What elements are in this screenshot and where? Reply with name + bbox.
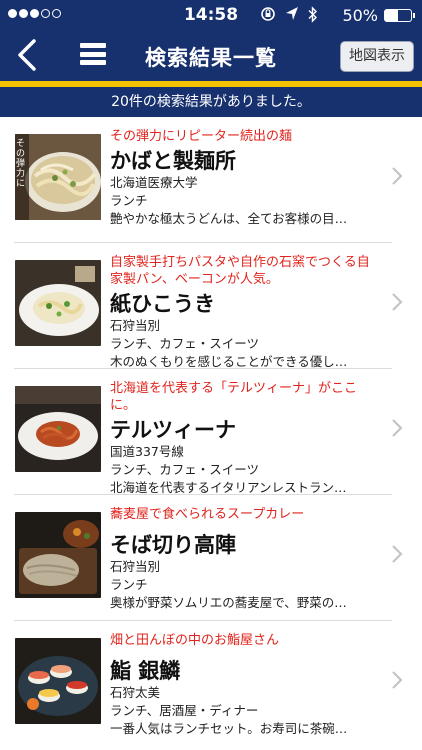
- list-item[interactable]: 自家製手打ちパスタや自作の石窯でつくる自家製パン、ベーコンが人気。 紙ひこうき …: [0, 243, 422, 369]
- catchphrase: 自家製手打ちパスタや自作の石窯でつくる自家製パン、ベーコンが人気。: [110, 255, 370, 287]
- description: 奥様が野菜ソムリエの蕎麦屋で、野菜の…: [110, 595, 347, 610]
- catchphrase: 北海道を代表する「テルツィーナ」がここに。: [110, 381, 358, 413]
- status-bar: 14:58 50%: [0, 0, 422, 30]
- catchphrase: 蕎麦屋で食べられるスープカレー: [110, 507, 305, 522]
- list-item[interactable]: 蕎麦屋で食べられるスープカレー そば切り高陣 石狩当別 ランチ 奥様が野菜ソムリ…: [0, 495, 422, 621]
- list-item[interactable]: 畑と田んぼの中のお鮨屋さん 鮨 銀鱗 石狩太美 ランチ、居酒屋・ディナー 一番人…: [0, 621, 422, 747]
- list-item[interactable]: その弾力に その弾力にリピーター続出の麺 かばと製麺所 北海道医療大学 ランチ …: [0, 117, 422, 243]
- category-label: ランチ: [110, 193, 148, 208]
- pasta-photo: [15, 260, 101, 346]
- chevron-right-icon: [392, 293, 403, 311]
- result-count-banner: 20件の検索結果がありました。: [0, 87, 422, 117]
- restaurant-name: そば切り高陣: [110, 533, 236, 557]
- restaurant-name: かばと製麺所: [110, 149, 236, 173]
- location-arrow-icon: [286, 7, 298, 20]
- restaurant-name: 鮨 銀鱗: [110, 659, 181, 683]
- thumb-overlay-text: その弾力に: [16, 139, 26, 189]
- area-label: 国道337号線: [110, 444, 184, 459]
- area-label: 石狩当別: [110, 318, 161, 333]
- catchphrase: その弾力にリピーター続出の麺: [110, 129, 293, 144]
- chevron-right-icon: [392, 419, 403, 437]
- description: 一番人気はランチセット。お寿司に茶碗…: [110, 721, 348, 736]
- soba-photo: [15, 512, 101, 598]
- sushi-photo: [15, 638, 101, 724]
- list-item[interactable]: 北海道を代表する「テルツィーナ」がここに。 テルツィーナ 国道337号線 ランチ…: [0, 369, 422, 495]
- category-label: ランチ、カフェ・スイーツ: [110, 336, 260, 351]
- category-label: ランチ: [110, 577, 148, 592]
- navigation-bar: 検索結果一覧 地図表示: [0, 30, 422, 81]
- category-label: ランチ、居酒屋・ディナー: [110, 703, 259, 718]
- area-label: 石狩太美: [110, 685, 161, 700]
- restaurant-name: テルツィーナ: [110, 418, 236, 442]
- area-label: 北海道医療大学: [110, 175, 198, 190]
- chevron-right-icon: [392, 671, 403, 689]
- spaghetti-photo: [15, 386, 101, 472]
- chevron-right-icon: [392, 167, 403, 185]
- rotation-lock-icon: [261, 7, 275, 21]
- app-header: 14:58 50% 検索結果一覧 地図表示: [0, 0, 422, 81]
- battery-percentage: 50%: [342, 6, 378, 25]
- bluetooth-icon: [308, 6, 317, 23]
- description: 艶やかな極太うどんは、全てお客様の目…: [110, 211, 348, 226]
- restaurant-name: 紙ひこうき: [110, 292, 215, 316]
- catchphrase: 畑と田んぼの中のお鮨屋さん: [110, 633, 280, 648]
- area-label: 石狩当別: [110, 559, 161, 574]
- chevron-right-icon: [392, 545, 403, 563]
- map-view-button[interactable]: 地図表示: [340, 41, 414, 72]
- battery-icon: [384, 9, 415, 22]
- category-label: ランチ、カフェ・スイーツ: [110, 462, 260, 477]
